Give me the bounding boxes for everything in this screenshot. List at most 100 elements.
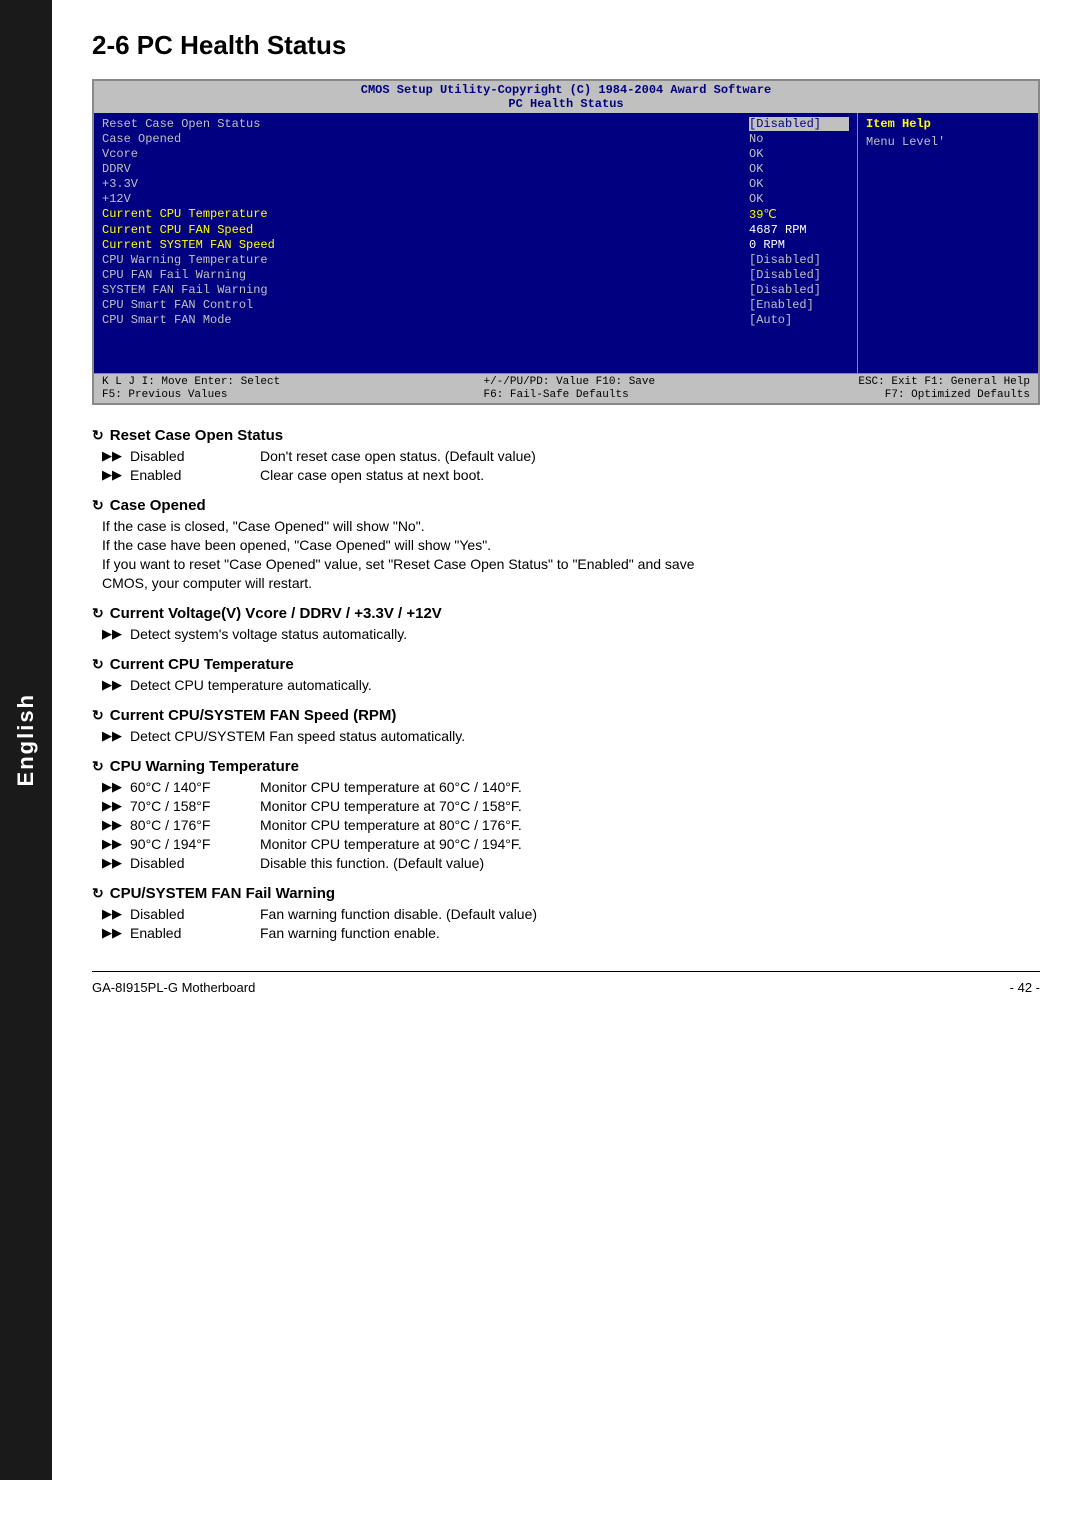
section-item: ▶▶ DisabledDisable this function. (Defaul… — [102, 855, 1040, 871]
section-item-desc: Detect CPU temperature automatically. — [130, 677, 1040, 693]
bios-row-label: Current CPU FAN Speed — [102, 223, 253, 237]
section-item-desc: Monitor CPU temperature at 80°C / 176°F. — [260, 817, 1040, 833]
bios-row-value: No — [749, 132, 849, 146]
bios-footer: K L J I: Move Enter: Select +/-/PU/PD: V… — [94, 373, 1038, 403]
bios-row: +12V OK — [102, 192, 849, 206]
section-current-cpu-temp: Current CPU Temperature ▶▶ Detect CPU temp… — [92, 656, 1040, 693]
section-body: ▶▶Detect system's voltage status automat… — [102, 626, 1040, 642]
section-item-arrow: ▶▶ — [102, 798, 122, 814]
section-item: ▶▶90°C / 194°FMonitor CPU temperature at… — [102, 836, 1040, 852]
section-item-arrow: ▶▶ — [102, 626, 122, 642]
bios-row-value: OK — [749, 147, 849, 161]
section-item: ▶▶80°C / 176°FMonitor CPU temperature at… — [102, 817, 1040, 833]
section-item-name: 90°C / 194°F — [130, 836, 260, 852]
section-item-arrow: ▶▶ — [102, 855, 122, 871]
section-paragraph: If the case is closed, "Case Opened" wil… — [102, 518, 1040, 534]
section-item: ▶▶DisabledFan warning function disable. … — [102, 906, 1040, 922]
section-item-name: Disabled — [130, 448, 260, 464]
footer-col6: F7: Optimized Defaults — [885, 389, 1030, 401]
section-title-text: Reset Case Open Status — [110, 427, 283, 444]
bios-row: +3.3VOK — [102, 177, 849, 191]
section-item-desc: Disable this function. (Default value) — [260, 855, 1040, 871]
section-item-desc: Monitor CPU temperature at 60°C / 140°F. — [260, 779, 1040, 795]
footer-col4: F5: Previous Values — [102, 389, 227, 401]
bios-row-label: Current CPU Temperature — [102, 207, 268, 222]
section-item-arrow: ▶▶ — [102, 467, 122, 483]
page-title: 2-6 PC Health Status — [92, 30, 1040, 61]
section-item-desc: Fan warning function disable. (Default v… — [260, 906, 1040, 922]
section-title-text: Current CPU/SYSTEM FAN Speed (RPM) — [110, 707, 397, 724]
section-title: Current CPU Temperature — [92, 656, 1040, 673]
sections-container: Reset Case Open Status▶▶DisabledDon't re… — [92, 427, 1040, 941]
section-item-arrow: ▶▶ — [102, 677, 122, 693]
section-item-desc: Don't reset case open status. (Default v… — [260, 448, 1040, 464]
section-body: If the case is closed, "Case Opened" wil… — [102, 518, 1040, 591]
section-item: ▶▶70°C / 158°FMonitor CPU temperature at… — [102, 798, 1040, 814]
bios-row-label: +12V — [102, 192, 131, 206]
section-item-name: 80°C / 176°F — [130, 817, 260, 833]
item-help-text: Menu Level' — [866, 135, 1030, 149]
bios-row-label: Reset Case Open Status — [102, 117, 260, 131]
section-item-arrow: ▶▶ — [102, 779, 122, 795]
bios-row-label: CPU Smart FAN Control — [102, 298, 253, 312]
section-case-opened: Case Opened If the case is closed, "Case … — [92, 497, 1040, 591]
bios-row: VcoreOK — [102, 147, 849, 161]
section-paragraph: If the case have been opened, "Case Open… — [102, 537, 1040, 553]
bios-header-line2: PC Health Status — [94, 97, 1038, 111]
bios-row-value: 39℃ — [749, 207, 849, 222]
footer-col5: F6: Fail-Safe Defaults — [483, 389, 628, 401]
section-paragraph: If you want to reset "Case Opened" value… — [102, 556, 1040, 572]
section-title: Current CPU/SYSTEM FAN Speed (RPM) — [92, 707, 1040, 724]
section-title: Current Voltage(V) Vcore / DDRV / +3.3V … — [92, 605, 1040, 622]
bios-row-label: +3.3V — [102, 177, 138, 191]
item-help-title: Item Help — [866, 117, 1030, 131]
footer-col3: ESC: Exit F1: General Help — [858, 376, 1030, 388]
section-fan-fail-warning: CPU/SYSTEM FAN Fail Warning ▶▶DisabledFan… — [92, 885, 1040, 941]
section-item-name: 70°C / 158°F — [130, 798, 260, 814]
bios-body: Reset Case Open Status[Disabled]Case Ope… — [94, 113, 1038, 373]
section-title-text: CPU Warning Temperature — [110, 758, 299, 775]
section-body: ▶▶ Detect CPU/SYSTEM Fan speed status aut… — [102, 728, 1040, 744]
bios-row-value: OK — [749, 162, 849, 176]
section-item-arrow: ▶▶ — [102, 448, 122, 464]
bios-row-label: CPU FAN Fail Warning — [102, 268, 246, 282]
bios-right: Item Help Menu Level' — [858, 113, 1038, 373]
section-item-name: Disabled — [130, 906, 260, 922]
bios-row-label: CPU Smart FAN Mode — [102, 313, 232, 327]
main-content: 2-6 PC Health Status CMOS Setup Utility-… — [52, 0, 1080, 1035]
section-title-text: CPU/SYSTEM FAN Fail Warning — [110, 885, 335, 902]
section-paragraph: CMOS, your computer will restart. — [102, 575, 1040, 591]
section-item-name: 60°C / 140°F — [130, 779, 260, 795]
bios-header: CMOS Setup Utility-Copyright (C) 1984-20… — [94, 81, 1038, 113]
footer-col2: +/-/PU/PD: Value F10: Save — [483, 376, 655, 388]
section-body: ▶▶ DisabledDon't reset case open status. … — [102, 448, 1040, 483]
section-title: Reset Case Open Status — [92, 427, 1040, 444]
section-item-desc: Detect CPU/SYSTEM Fan speed status autom… — [130, 728, 1040, 744]
bios-row-value: [Enabled] — [749, 298, 849, 312]
bios-row-value: OK — [749, 192, 849, 206]
section-current-fan-speed: Current CPU/SYSTEM FAN Speed (RPM) ▶▶ Dete… — [92, 707, 1040, 744]
bios-left: Reset Case Open Status[Disabled]Case Ope… — [94, 113, 858, 373]
bios-row-value: [Auto] — [749, 313, 849, 327]
section-item-desc: Clear case open status at next boot. — [260, 467, 1040, 483]
bios-row-value: [Disabled] — [749, 117, 849, 131]
bios-row-value: [Disabled] — [749, 268, 849, 282]
bios-header-line1: CMOS Setup Utility-Copyright (C) 1984-20… — [94, 83, 1038, 97]
section-item-arrow: ▶▶ — [102, 728, 122, 744]
sidebar-label: English — [13, 693, 39, 786]
bios-row-label: DDRV — [102, 162, 131, 176]
bios-row: Reset Case Open Status [Disabled] — [102, 117, 849, 131]
section-current-voltage: Current Voltage(V) Vcore / DDRV / +3.3V … — [92, 605, 1040, 642]
section-cpu-warning-temp: CPU Warning Temperature▶▶60°C / 140°FMon… — [92, 758, 1040, 871]
section-title: Case Opened — [92, 497, 1040, 514]
section-item: ▶▶ 60°C / 140°FMonitor CPU temperature at… — [102, 779, 1040, 795]
section-body: ▶▶ Detect CPU temperature automatically. — [102, 677, 1040, 693]
section-item: ▶▶EnabledClear case open status at next … — [102, 467, 1040, 483]
section-item-name: Enabled — [130, 925, 260, 941]
footer-page: - 42 - — [1010, 980, 1040, 995]
section-item-name: Disabled — [130, 855, 260, 871]
bios-row: CPU FAN Fail Warning [Disabled] — [102, 268, 849, 282]
bios-row-label: SYSTEM FAN Fail Warning — [102, 283, 268, 297]
bios-row: Current CPU FAN Speed4687 RPM — [102, 223, 849, 237]
section-item-arrow: ▶▶ — [102, 836, 122, 852]
